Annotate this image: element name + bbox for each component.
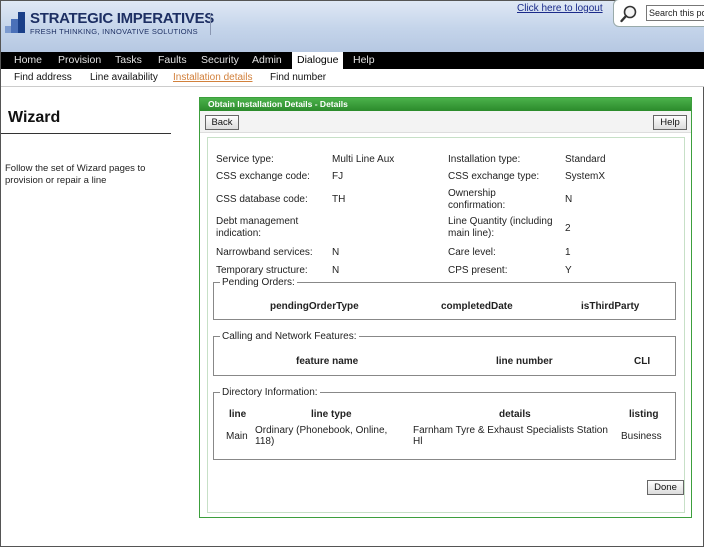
line-quantity-value: 2 — [565, 223, 571, 234]
css-exchange-type-value: SystemX — [565, 171, 606, 182]
subnav-installation-details[interactable]: Installation details — [173, 72, 253, 83]
done-button[interactable]: Done — [647, 480, 684, 495]
completed-date-header: completedDate — [441, 301, 513, 312]
directory-information-group: Directory Information: line line type de… — [213, 387, 676, 460]
wizard-title: Wizard — [8, 109, 61, 126]
wizard-description: Follow the set of Wizard pages to provis… — [5, 163, 146, 186]
calling-features-legend: Calling and Network Features: — [222, 331, 357, 342]
installation-type-value: Standard — [565, 154, 606, 165]
nav-tasks[interactable]: Tasks — [115, 52, 142, 69]
care-level-value: 1 — [565, 247, 571, 258]
panel-title: Obtain Installation Details - Details — [200, 98, 691, 111]
sub-nav: Find address Line availability Installat… — [1, 69, 704, 87]
nav-dialogue[interactable]: Dialogue — [292, 52, 344, 69]
service-type-label: Service type: — [216, 154, 274, 165]
installation-details-panel: Obtain Installation Details - Details Ba… — [199, 97, 692, 518]
directory-row-line-type: Ordinary (Phonebook, Online, 118) — [255, 425, 388, 447]
search-input[interactable] — [646, 5, 704, 21]
nav-admin[interactable]: Admin — [252, 52, 282, 69]
panel-toolbar: Back Help — [200, 111, 691, 133]
css-database-code-label: CSS database code: — [216, 194, 308, 205]
directory-legend: Directory Information: — [222, 387, 318, 398]
care-level-label: Care level: — [448, 247, 496, 258]
temporary-structure-label: Temporary structure: — [216, 265, 308, 276]
css-exchange-code-value: FJ — [332, 171, 344, 182]
line-header: line — [229, 409, 247, 420]
pending-orders-group: Pending Orders: pendingOrderType complet… — [213, 277, 676, 320]
nav-provision[interactable]: Provision — [58, 52, 101, 69]
directory-row-details: Farnham Tyre & Exhaust Specialists Stati… — [413, 425, 608, 447]
header-divider — [210, 13, 211, 35]
cli-header: CLI — [634, 356, 651, 367]
help-button[interactable]: Help — [653, 115, 687, 130]
feature-name-header: feature name — [296, 356, 359, 367]
directory-row-listing: Business — [621, 431, 662, 442]
magnifier-icon[interactable] — [619, 4, 639, 24]
nav-security[interactable]: Security — [201, 52, 239, 69]
back-button[interactable]: Back — [205, 115, 239, 130]
logo-mark-icon — [5, 12, 25, 33]
nav-help[interactable]: Help — [353, 52, 375, 69]
is-third-party-header: isThirdParty — [581, 301, 640, 312]
app-header: STRATEGIC IMPERATIVES FRESH THINKING, IN… — [1, 0, 704, 52]
temporary-structure-value: N — [332, 265, 340, 276]
service-type-value: Multi Line Aux — [332, 154, 395, 165]
logo-name: STRATEGIC IMPERATIVES — [30, 10, 214, 27]
cps-present-label: CPS present: — [448, 265, 508, 276]
cps-present-value: Y — [565, 265, 572, 276]
pending-orders-legend: Pending Orders: — [222, 277, 295, 288]
logo-tagline: FRESH THINKING, INNOVATIVE SOLUTIONS — [30, 27, 198, 36]
line-type-header: line type — [311, 409, 352, 420]
css-exchange-code-label: CSS exchange code: — [216, 171, 310, 182]
listing-header: listing — [629, 409, 659, 420]
calling-features-group: Calling and Network Features: feature na… — [213, 331, 676, 376]
details-form: Service type: Multi Line Aux Installatio… — [207, 137, 685, 513]
directory-row-line: Main — [226, 431, 248, 442]
installation-type-label: Installation type: — [448, 154, 521, 165]
nav-home[interactable]: Home — [14, 52, 42, 69]
details-header: details — [499, 409, 531, 420]
line-number-header: line number — [496, 356, 553, 367]
css-exchange-type-label: CSS exchange type: — [448, 171, 540, 182]
ownership-confirmation-label: Ownership confirmation: — [448, 188, 506, 211]
subnav-find-number[interactable]: Find number — [270, 72, 326, 83]
debt-management-label: Debt management indication: — [216, 216, 299, 239]
subnav-find-address[interactable]: Find address — [14, 72, 72, 83]
narrowband-services-label: Narrowband services: — [216, 247, 313, 258]
subnav-line-availability[interactable]: Line availability — [90, 72, 158, 83]
wizard-divider — [1, 133, 171, 134]
line-quantity-label: Line Quantity (including main line): — [448, 216, 553, 239]
nav-faults[interactable]: Faults — [158, 52, 187, 69]
main-nav: Home Provision Tasks Faults Security Adm… — [1, 52, 704, 69]
pending-order-type-header: pendingOrderType — [270, 301, 359, 312]
ownership-confirmation-value: N — [565, 194, 573, 205]
css-database-code-value: TH — [332, 194, 346, 205]
logout-link[interactable]: Click here to logout — [517, 3, 603, 14]
narrowband-services-value: N — [332, 247, 340, 258]
